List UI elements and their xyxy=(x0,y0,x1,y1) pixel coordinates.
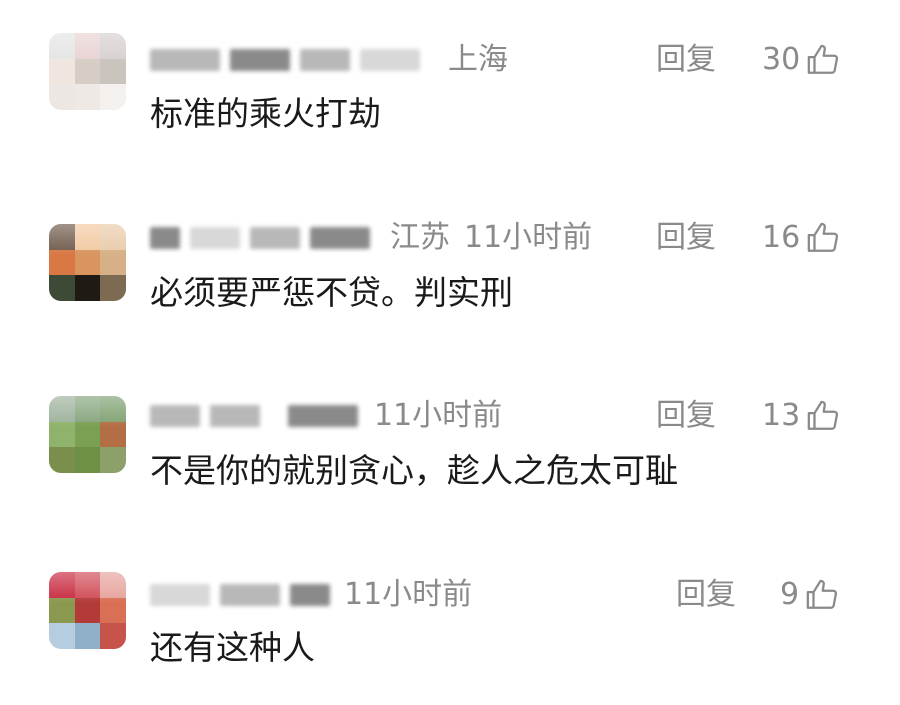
comment-meta: 江苏 11小时前 xyxy=(150,218,592,258)
username-redacted[interactable] xyxy=(190,227,240,249)
like-count: 9 xyxy=(780,577,800,612)
username-redacted[interactable] xyxy=(150,584,210,606)
username-redacted[interactable] xyxy=(288,405,358,427)
username-redacted[interactable] xyxy=(290,584,330,606)
username-redacted[interactable] xyxy=(150,227,180,249)
username-redacted[interactable] xyxy=(220,584,280,606)
username-redacted[interactable] xyxy=(210,405,260,427)
thumbs-up-icon xyxy=(806,579,838,609)
comment-text: 不是你的就别贪心，趁人之危太可耻 xyxy=(150,451,678,490)
avatar[interactable] xyxy=(49,396,126,473)
comment-time: 11小时前 xyxy=(464,220,593,255)
username-redacted[interactable] xyxy=(230,49,290,71)
like-button[interactable]: 30 xyxy=(762,40,840,80)
comment-time: 11小时前 xyxy=(344,577,473,612)
comment-meta: 11小时前 xyxy=(150,575,472,615)
avatar-overlay xyxy=(49,572,126,649)
thumbs-up-icon xyxy=(807,400,839,430)
like-count: 30 xyxy=(762,42,801,77)
avatar[interactable] xyxy=(49,33,126,110)
username-redacted[interactable] xyxy=(150,405,200,427)
comment-text: 必须要严惩不贷。判实刑 xyxy=(150,273,513,312)
like-button[interactable]: 9 xyxy=(780,575,839,615)
avatar-overlay xyxy=(49,224,126,301)
avatar-overlay xyxy=(49,396,126,473)
like-count: 13 xyxy=(762,398,801,433)
username-redacted[interactable] xyxy=(150,49,220,71)
comment-location: 上海 xyxy=(448,42,508,77)
reply-button[interactable]: 回复 xyxy=(656,40,716,80)
thumbs-up-icon xyxy=(807,44,839,74)
like-count: 16 xyxy=(762,220,801,255)
username-redacted[interactable] xyxy=(310,227,370,249)
avatar-overlay xyxy=(49,33,126,110)
comment-meta: 11小时前 xyxy=(150,396,502,436)
reply-button[interactable]: 回复 xyxy=(656,396,716,436)
comment-location: 江苏 xyxy=(390,220,450,255)
avatar[interactable] xyxy=(49,224,126,301)
reply-button[interactable]: 回复 xyxy=(676,575,736,615)
like-button[interactable]: 16 xyxy=(762,218,840,258)
comment-meta: 上海 xyxy=(150,40,508,80)
comment-time: 11小时前 xyxy=(374,398,503,433)
comment-text: 标准的乘火打劫 xyxy=(150,94,381,133)
reply-button[interactable]: 回复 xyxy=(656,218,716,258)
username-redacted[interactable] xyxy=(300,49,350,71)
like-button[interactable]: 13 xyxy=(762,396,840,436)
thumbs-up-icon xyxy=(807,222,839,252)
avatar[interactable] xyxy=(49,572,126,649)
comment-text: 还有这种人 xyxy=(150,628,315,667)
username-redacted[interactable] xyxy=(360,49,420,71)
username-redacted[interactable] xyxy=(250,227,300,249)
